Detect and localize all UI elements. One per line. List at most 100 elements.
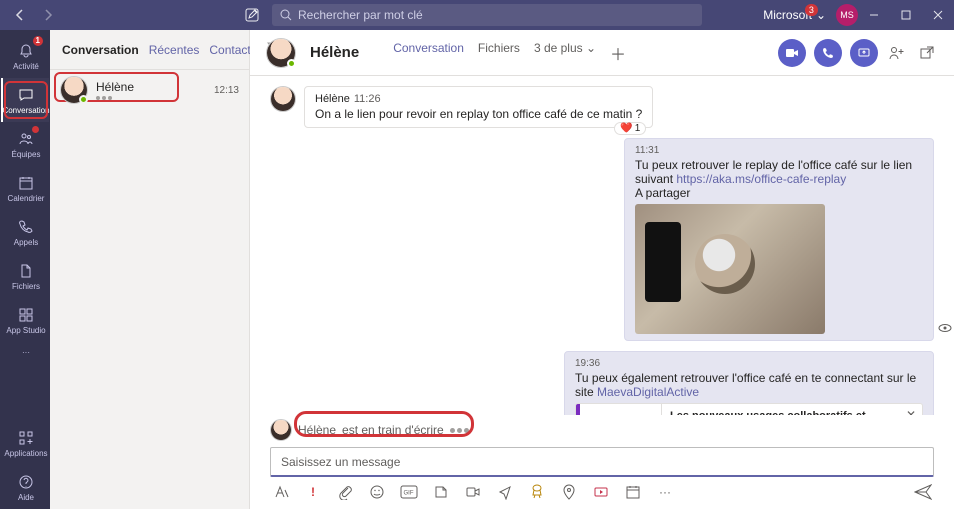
meet-now-icon[interactable] <box>464 483 482 501</box>
rail-more[interactable]: ··· <box>1 342 49 362</box>
message-link[interactable]: MaevaDigitalActive <box>597 385 699 399</box>
add-people-button[interactable] <box>886 42 908 64</box>
rail-calendar[interactable]: Calendrier <box>1 166 49 210</box>
nav-forward-button[interactable] <box>36 3 60 27</box>
message-body: Tu peux retrouver le replay de l'office … <box>635 158 923 200</box>
grid-icon <box>17 306 35 324</box>
chat-list-pane: Conversation Récentes Contacts Hélène 12… <box>50 30 250 509</box>
tab-more-label: 3 de plus <box>534 41 583 55</box>
contact-name: Hélène <box>96 80 214 94</box>
card-thumbnail: ae DIGITAL A <box>576 404 662 415</box>
typing-avatar <box>270 419 292 441</box>
tenant-switcher[interactable]: Microsoft 3 ⌄ <box>763 8 826 22</box>
apps-icon <box>17 429 35 447</box>
audio-call-button[interactable] <box>814 39 842 67</box>
rail-activity-badge: 1 <box>33 36 43 46</box>
chat-header-avatar[interactable] <box>266 38 296 68</box>
message-body: On a le lien pour revoir en replay ton o… <box>315 107 642 121</box>
file-icon <box>17 262 35 280</box>
compose-input[interactable]: Saisissez un message <box>270 447 934 477</box>
message-avatar <box>270 86 296 112</box>
rail-chat[interactable]: Conversation <box>1 78 49 122</box>
tab-conversation[interactable]: Conversation <box>393 27 464 79</box>
more-icon[interactable]: ··· <box>656 483 674 501</box>
message-body: Tu peux également retrouver l'office caf… <box>575 371 923 399</box>
message-outgoing: 19:36 Tu peux également retrouver l'offi… <box>270 351 934 415</box>
message-bubble[interactable]: 11:31 Tu peux retrouver le replay de l'o… <box>624 138 934 341</box>
message-author: Hélène <box>315 93 350 105</box>
typing-dots-icon <box>450 428 469 433</box>
titlebar: Rechercher par mot clé Microsoft 3 ⌄ MS <box>0 0 954 30</box>
image-attachment[interactable] <box>635 204 825 334</box>
chevron-down-icon: ⌄ <box>586 41 596 55</box>
messages-area: Hélène11:26 On a le lien pour revoir en … <box>250 76 954 415</box>
rail-apps-label: Applications <box>4 449 47 458</box>
rail-teams-badge <box>32 126 39 133</box>
message-time: 11:31 <box>635 145 923 156</box>
chat-pane: Hélène Conversation Fichiers 3 de plus ⌄… <box>250 30 954 509</box>
chat-icon <box>17 86 35 104</box>
search-placeholder: Rechercher par mot clé <box>298 8 423 22</box>
reaction-count: 1 <box>635 123 641 134</box>
message-bubble[interactable]: Hélène11:26 On a le lien pour revoir en … <box>304 86 653 128</box>
left-rail: Activité 1 Conversation Équipes Calendri… <box>0 30 50 509</box>
card-close-button[interactable]: ✕ <box>906 408 916 415</box>
emoji-icon[interactable] <box>368 483 386 501</box>
nav-back-button[interactable] <box>8 3 32 27</box>
new-chat-icon[interactable] <box>240 3 264 27</box>
rail-appstudio[interactable]: App Studio <box>1 298 49 342</box>
reaction-badge[interactable]: ❤️1 <box>614 122 646 135</box>
priority-icon[interactable]: ! <box>304 483 322 501</box>
link-preview-card[interactable]: ae DIGITAL A Les nouveaux usages collabo… <box>575 403 923 415</box>
message-link[interactable]: https://aka.ms/office-cafe-replay <box>676 172 846 186</box>
calendar-icon <box>17 174 35 192</box>
rail-activity-label: Activité <box>13 62 39 71</box>
window-minimize-button[interactable] <box>858 0 890 30</box>
message-incoming: Hélène11:26 On a le lien pour revoir en … <box>270 86 934 128</box>
typing-name: Hélène <box>298 423 336 437</box>
presence-available-icon <box>287 59 296 68</box>
praise-icon[interactable] <box>528 483 546 501</box>
pop-out-button[interactable] <box>916 42 938 64</box>
share-icon[interactable] <box>496 483 514 501</box>
tab-files[interactable]: Fichiers <box>478 27 520 79</box>
video-call-button[interactable] <box>778 39 806 67</box>
attachment-icon[interactable] <box>336 483 354 501</box>
heart-icon: ❤️ <box>620 123 632 134</box>
tab-recent[interactable]: Récentes <box>149 43 200 57</box>
chat-header: Hélène Conversation Fichiers 3 de plus ⌄… <box>250 30 954 76</box>
tab-more[interactable]: 3 de plus ⌄ <box>534 27 596 79</box>
location-icon[interactable] <box>560 483 578 501</box>
typing-indicator-row: Hélène est en train d'écrire <box>250 415 954 443</box>
screen-share-button[interactable] <box>850 39 878 67</box>
rail-help-label: Aide <box>18 493 34 502</box>
chatlist-title: Conversation <box>62 43 139 57</box>
chat-list-item[interactable]: Hélène 12:13 <box>50 70 249 110</box>
rail-calls-label: Appels <box>14 238 38 247</box>
profile-avatar[interactable]: MS <box>836 4 858 26</box>
window-close-button[interactable] <box>922 0 954 30</box>
rail-calls[interactable]: Appels <box>1 210 49 254</box>
chat-time: 12:13 <box>214 85 239 96</box>
send-button[interactable] <box>914 483 932 501</box>
avatar-initials: MS <box>840 10 854 20</box>
window-maximize-button[interactable] <box>890 0 922 30</box>
tenant-badge: 3 <box>805 4 818 16</box>
rail-apps[interactable]: Applications <box>1 421 49 465</box>
rail-files[interactable]: Fichiers <box>1 254 49 298</box>
message-outgoing: 11:31 Tu peux retrouver le replay de l'o… <box>270 138 934 341</box>
schedule-icon[interactable] <box>624 483 642 501</box>
rail-teams[interactable]: Équipes <box>1 122 49 166</box>
rail-activity[interactable]: Activité 1 <box>1 34 49 78</box>
stream-icon[interactable] <box>592 483 610 501</box>
format-icon[interactable] <box>272 483 290 501</box>
search-input[interactable]: Rechercher par mot clé <box>272 4 702 26</box>
sticker-icon[interactable] <box>432 483 450 501</box>
message-bubble[interactable]: 19:36 Tu peux également retrouver l'offi… <box>564 351 934 415</box>
rail-help[interactable]: Aide <box>1 465 49 509</box>
message-time: 19:36 <box>575 358 923 369</box>
compose-area: Saisissez un message ! GIF ··· <box>250 443 954 509</box>
gif-icon[interactable]: GIF <box>400 483 418 501</box>
add-tab-button[interactable]: ＋ <box>610 27 626 79</box>
contact-avatar <box>60 76 88 104</box>
